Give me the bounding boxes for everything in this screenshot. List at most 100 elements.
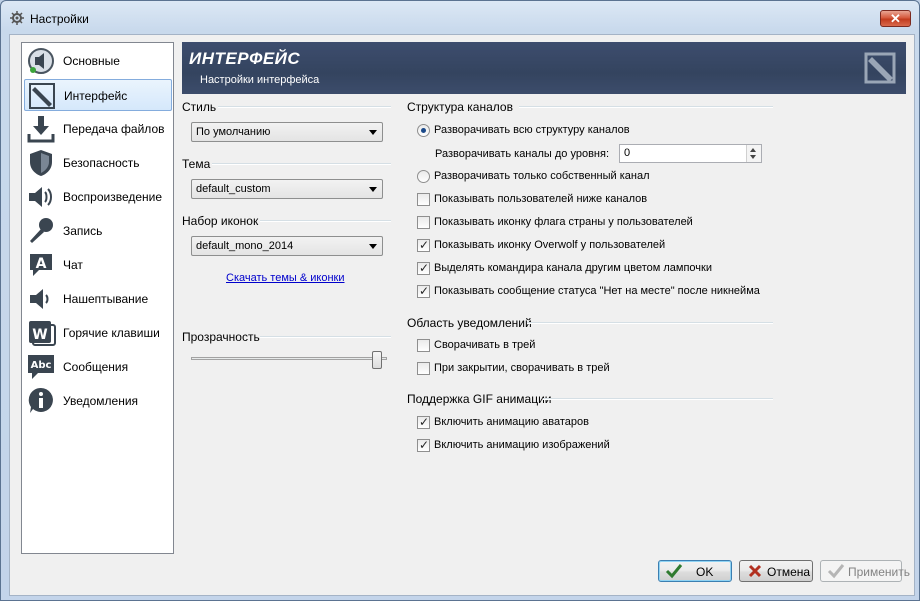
checkbox[interactable]: ✓ xyxy=(417,284,430,298)
window-title: Настройки xyxy=(30,12,89,26)
sidebar-item-hotkeys[interactable]: W Горячие клавиши xyxy=(24,317,172,349)
cancel-button[interactable]: Отмена xyxy=(739,560,813,582)
transparency-group-title: Прозрачность xyxy=(182,330,260,344)
title-bar: Настройки ✕ xyxy=(1,1,919,35)
divider xyxy=(260,336,391,338)
dialog-body: Основные Интерфейс Передача файлов Безоп… xyxy=(9,34,915,596)
svg-text:Abc: Abc xyxy=(31,360,52,371)
download-themes-link[interactable]: Скачать темы & иконки xyxy=(226,272,345,284)
sidebar-item-messages[interactable]: Abc Сообщения xyxy=(24,351,172,383)
expand-level-label: Разворачивать каналы до уровня: xyxy=(435,148,610,160)
sidebar-item-label: Сообщения xyxy=(63,360,129,374)
option-label: Разворачивать всю структуру каналов xyxy=(434,124,630,136)
cancel-x-icon xyxy=(748,564,762,578)
sidebar-item-security[interactable]: Безопасность xyxy=(24,147,172,179)
style-select-value: По умолчанию xyxy=(196,126,271,138)
iconset-select-value: default_mono_2014 xyxy=(196,240,294,252)
style-group-title: Стиль xyxy=(182,100,217,114)
option-label: Включить анимацию изображений xyxy=(434,439,610,451)
radio-button[interactable] xyxy=(417,170,430,183)
sidebar-item-label: Нашептывание xyxy=(63,292,149,306)
style-select[interactable]: По умолчанию xyxy=(191,122,383,142)
checkbox[interactable]: ✓ xyxy=(417,438,430,452)
option-label: Показывать иконку Overwolf у пользовател… xyxy=(434,239,666,251)
checkmark-icon: ✓ xyxy=(419,261,430,275)
sidebar-item-interface[interactable]: Интерфейс xyxy=(24,79,172,111)
cancel-button-label: Отмена xyxy=(767,565,811,579)
sidebar-item-label: Чат xyxy=(63,258,83,272)
close-icon: ✕ xyxy=(890,11,901,26)
settings-sidebar: Основные Интерфейс Передача файлов Безоп… xyxy=(21,42,174,554)
interface-pen-icon xyxy=(864,52,896,84)
svg-text:A: A xyxy=(36,256,47,272)
interface-pen-icon xyxy=(29,83,55,109)
close-button[interactable]: ✕ xyxy=(880,10,911,27)
sidebar-item-playback[interactable]: Воспроизведение xyxy=(24,181,172,213)
page-header: ИНТЕРФЕЙС Настройки интерфейса xyxy=(182,42,906,94)
spin-up-icon xyxy=(750,148,756,152)
sidebar-item-capture[interactable]: Запись xyxy=(24,215,172,247)
speaker-icon xyxy=(29,187,52,207)
sidebar-item-label: Основные xyxy=(63,54,120,68)
checkbox[interactable]: ✓ xyxy=(417,238,430,252)
settings-window: Настройки ✕ Основные Интерфейс Передача … xyxy=(0,0,920,601)
ok-button-label: OK xyxy=(696,565,714,579)
sidebar-item-chat[interactable]: A Чат xyxy=(24,249,172,281)
sidebar-item-label: Горячие клавиши xyxy=(63,326,160,340)
abc-messages-icon: Abc xyxy=(28,355,54,379)
checkmark-icon: ✓ xyxy=(419,238,430,252)
iconset-select[interactable]: default_mono_2014 xyxy=(191,236,383,256)
sidebar-item-label: Запись xyxy=(63,224,103,238)
page-title: ИНТЕРФЕЙС xyxy=(189,49,301,68)
theme-select-value: default_custom xyxy=(196,183,271,195)
apply-button[interactable]: Применить xyxy=(820,560,910,582)
option-label: Включить анимацию аватаров xyxy=(434,416,589,428)
settings-gear-icon xyxy=(10,11,24,25)
spin-buttons[interactable] xyxy=(746,145,761,162)
page-subtitle: Настройки интерфейса xyxy=(200,74,320,86)
checkmark-icon: ✓ xyxy=(419,415,430,429)
option-label: Показывать пользователей ниже каналов xyxy=(434,193,648,205)
sidebar-item-notifications[interactable]: Уведомления xyxy=(24,385,172,417)
checkbox[interactable]: ✓ xyxy=(417,261,430,275)
expand-level-spinbox[interactable]: 0 xyxy=(619,144,762,163)
transparency-slider-handle[interactable] xyxy=(372,351,382,369)
chevron-down-icon xyxy=(369,130,377,135)
channels-group-title: Структура каналов xyxy=(407,100,513,114)
hotkeys-w-icon: W xyxy=(29,321,56,346)
sidebar-item-label: Уведомления xyxy=(63,394,139,408)
sidebar-item-label: Безопасность xyxy=(63,156,140,170)
checkbox[interactable] xyxy=(417,339,430,352)
ok-check-icon xyxy=(665,564,683,579)
transparency-slider[interactable] xyxy=(191,357,387,360)
divider xyxy=(519,106,773,108)
sidebar-item-whisper[interactable]: Нашептывание xyxy=(24,283,172,315)
theme-select[interactable]: default_custom xyxy=(191,179,383,199)
notify-group-title: Область уведомлений xyxy=(407,316,532,330)
divider xyxy=(218,106,391,108)
sidebar-item-file-transfer[interactable]: Передача файлов xyxy=(24,113,172,145)
chevron-down-icon xyxy=(369,244,377,249)
sidebar-item-label: Воспроизведение xyxy=(63,190,163,204)
iconset-group-title: Набор иконок xyxy=(182,214,259,228)
checkbox[interactable] xyxy=(417,216,430,229)
checkbox[interactable]: ✓ xyxy=(417,415,430,429)
spin-down-icon xyxy=(750,155,756,159)
checkbox[interactable] xyxy=(417,193,430,206)
divider xyxy=(212,163,391,165)
info-icon xyxy=(28,387,53,413)
ok-button[interactable]: OK xyxy=(658,560,732,582)
shield-icon xyxy=(30,150,52,176)
option-label: Разворачивать только собственный канал xyxy=(434,170,650,182)
sidebar-item-general[interactable]: Основные xyxy=(24,45,172,77)
theme-group-title: Тема xyxy=(182,157,211,171)
option-label: Показывать иконку флага страны у пользов… xyxy=(434,216,693,228)
whisper-speaker-icon xyxy=(30,289,49,309)
divider xyxy=(543,398,773,400)
apply-button-label: Применить xyxy=(848,565,911,579)
expand-level-value: 0 xyxy=(624,147,631,159)
checkbox[interactable] xyxy=(417,362,430,375)
download-icon xyxy=(27,116,55,143)
checkmark-icon: ✓ xyxy=(419,438,430,452)
radio-button[interactable] xyxy=(417,124,430,137)
